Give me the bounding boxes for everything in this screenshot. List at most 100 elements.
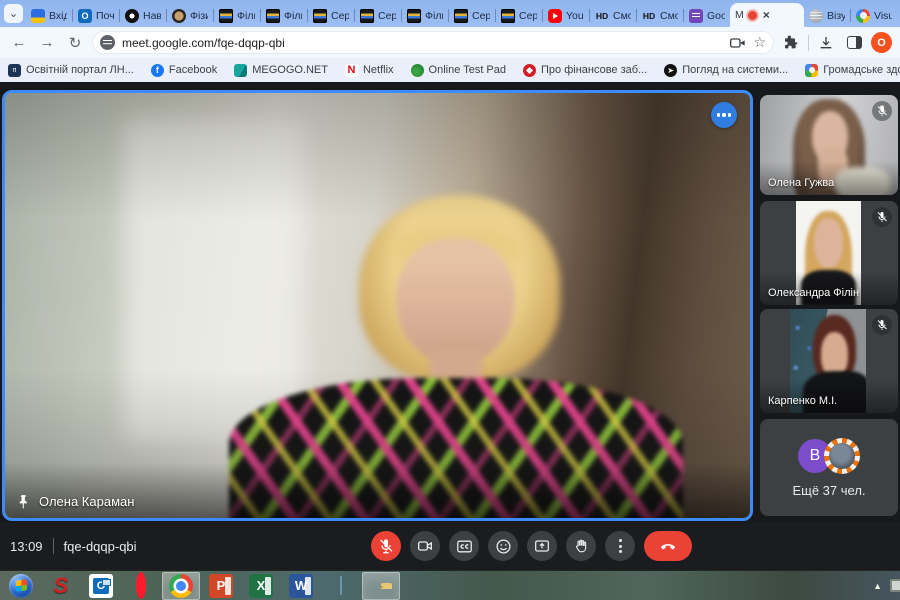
present-icon [534,538,550,554]
bookmark-label: MEGOGO.NET [252,64,328,76]
browser-tab[interactable]: Сер [496,4,542,27]
hd-favicon-icon: HD [595,9,609,23]
back-icon[interactable]: ← [8,32,30,54]
bookmark-item[interactable]: NNetflix [345,64,394,77]
tab-label: Сер [378,10,396,22]
more-participants-tile[interactable]: B Ещё 37 чел. [760,419,898,516]
call-controls [371,531,692,561]
tab-label: Фізи [190,10,208,22]
taskbar-app-word[interactable]: W [282,572,320,600]
camera-in-use-icon[interactable] [730,37,746,49]
system-tray: ▲ [873,579,898,592]
browser-tab[interactable]: HDСмо [637,4,683,27]
browser-tab[interactable]: YouT [543,4,589,27]
tab-search-chevron-icon[interactable]: ⌄ [4,4,23,23]
taskbar-apps: SO PXW [2,572,402,600]
browser-tab[interactable]: Філь [214,4,260,27]
tab-label: Сер [519,10,537,22]
portal-favicon-icon: п [8,64,21,77]
bookmark-item[interactable]: пОсвітній портал ЛН... [8,64,134,77]
browser-tab[interactable]: HDСмо [590,4,636,27]
side-panel-icon[interactable] [843,32,865,54]
bookmark-star-icon[interactable]: ☆ [753,34,766,51]
participant-tile[interactable]: Олена Гужва [760,95,898,195]
taskbar-app-opera[interactable] [122,572,160,600]
video-vignette [5,93,750,518]
browser-tab[interactable]: Візу [804,4,850,27]
bookmark-item[interactable]: MEGOGO.NET [234,64,328,77]
site-info-icon[interactable] [100,35,115,50]
tile-more-options-icon[interactable] [711,102,737,128]
url-text[interactable]: meet.google.com/fqe-dqqp-qbi [122,36,723,50]
taskbar-app-notes[interactable] [322,572,360,600]
taskbar-app-explorer[interactable] [362,572,400,600]
browser-tab[interactable]: Філь [261,4,307,27]
taskbar-app-excel[interactable]: X [242,572,280,600]
browser-toolbar: ← → ↻ meet.google.com/fqe-dqqp-qbi ☆ O [0,27,900,58]
taskbar-app-powerpoint[interactable]: P [202,572,240,600]
tab-label: Філь [284,10,302,22]
mic-muted-icon [872,315,892,335]
profile-avatar[interactable]: O [871,32,892,53]
browser-tab[interactable]: OПоч [73,4,119,27]
meet-control-bar: 13:09 fqe-dqqp-qbi [0,522,900,570]
powerpoint-icon: P [209,574,233,598]
call-end-icon [659,537,677,555]
browser-tab[interactable]: Філь [402,4,448,27]
mic-button[interactable] [371,531,401,561]
address-bar[interactable]: meet.google.com/fqe-dqqp-qbi ☆ [92,31,774,54]
main-video-tile[interactable]: Олена Караман [2,90,753,521]
forward-icon[interactable]: → [36,32,58,54]
raise-hand-button[interactable] [566,531,596,561]
tab-label: Нав [143,10,161,22]
toolbar-divider [808,35,809,51]
participant-name: Карпенко М.І. [768,395,837,407]
bookmark-label: Погляд на системи... [682,64,788,76]
bookmark-item[interactable]: ➤Погляд на системи... [664,64,788,77]
downloads-icon[interactable] [815,32,837,54]
tray-device-icon[interactable] [890,579,900,592]
extensions-puzzle-icon[interactable] [780,32,802,54]
forms-favicon-icon [689,9,703,23]
start-icon [9,574,33,598]
outlook-icon: O [89,574,113,598]
bookmark-item[interactable]: Online Test Pad [411,64,506,77]
browser-tab[interactable]: Фізи [167,4,213,27]
bookmark-label: Громадське здоро... [823,64,900,76]
bookmark-item[interactable]: fFacebook [151,64,217,77]
meeting-info: 13:09 fqe-dqqp-qbi [10,522,137,570]
browser-tab[interactable]: Вхід [26,4,72,27]
mic-muted-icon [872,101,892,121]
end-call-button[interactable] [644,531,692,561]
camera-button[interactable] [410,531,440,561]
tab-active-meet[interactable]: M× [730,3,804,27]
browser-tab[interactable]: Нав [120,4,166,27]
browser-tab[interactable]: Goo [684,4,730,27]
reactions-button[interactable] [488,531,518,561]
taskbar-app-s-app[interactable]: S [42,572,80,600]
show-hidden-icons-icon[interactable]: ▲ [873,581,882,591]
captions-button[interactable] [449,531,479,561]
taskbar-app-outlook[interactable]: O [82,572,120,600]
browser-tab[interactable]: Сер [355,4,401,27]
start-button[interactable] [2,572,40,600]
browser-tab[interactable]: Visu [851,4,897,27]
more-participants-label: Ещё 37 чел. [792,483,865,498]
close-tab-icon[interactable]: × [763,8,770,22]
media-favicon-icon [360,9,374,23]
browser-tab[interactable]: Сер [308,4,354,27]
camera-icon [417,538,433,554]
testpad-favicon-icon [411,64,424,77]
participant-tile[interactable]: Карпенко М.І. [760,309,898,413]
taskbar-app-chrome[interactable] [162,572,200,600]
browser-tab[interactable]: Сер [449,4,495,27]
reload-icon[interactable]: ↻ [64,32,86,54]
bookmark-item[interactable]: Про фінансове заб... [523,64,647,77]
word-icon: W [289,574,313,598]
bookmark-item[interactable]: Громадське здоро... [805,64,900,77]
more-options-button[interactable] [605,531,635,561]
participant-tile[interactable]: Олександра Філін [760,201,898,305]
present-button[interactable] [527,531,557,561]
target-favicon-icon [125,9,139,23]
tab-label: Філь [237,10,255,22]
